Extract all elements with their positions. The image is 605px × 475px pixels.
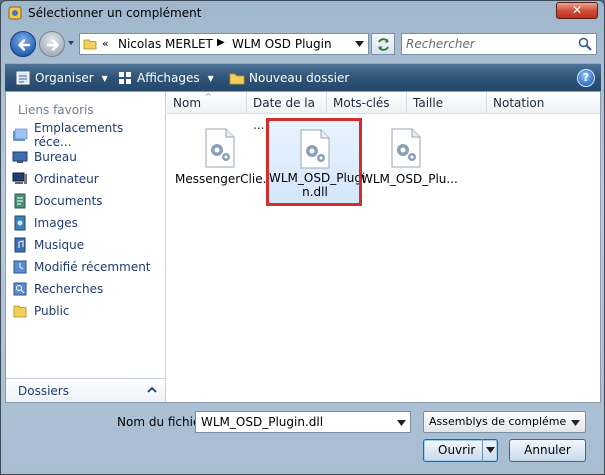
column-tags[interactable]: Mots-clés [327, 92, 407, 114]
sidebar-item-label: Ordinateur [34, 172, 99, 186]
computer-icon [12, 172, 27, 184]
sort-ascending-icon: ^ [205, 92, 212, 101]
caret-down-icon: ▼ [207, 73, 214, 83]
address-bar[interactable]: « Nicolas MERLET ▶ WLM OSD Plugin [79, 33, 369, 55]
file-item-messengerclient[interactable]: MessengerClie... [175, 126, 275, 206]
sidebar-item-label: Musique [34, 238, 85, 252]
public-folder-icon [13, 305, 27, 318]
sidebar-item-music[interactable]: Musique [12, 236, 162, 254]
recently-changed-icon [13, 260, 27, 274]
help-button[interactable]: ? [577, 69, 595, 87]
new-folder-button[interactable]: Nouveau dossier [229, 70, 349, 86]
organize-icon [16, 71, 30, 85]
navigation-pane: Liens favoris Emplacements réce... Burea… [6, 92, 166, 402]
folders-toggle[interactable]: Dossiers [6, 378, 165, 402]
file-item-wlm-osd-plugin[interactable]: WLM_OSD_Plu... [361, 126, 458, 206]
sidebar-item-label: Documents [34, 194, 103, 208]
sidebar-item-documents[interactable]: Documents [12, 192, 162, 210]
history-dropdown-icon[interactable] [67, 39, 75, 47]
sidebar-item-label: Recherches [34, 282, 104, 296]
new-folder-icon [229, 73, 245, 85]
search-input[interactable] [406, 36, 576, 52]
plugin-icon [8, 6, 22, 20]
sidebar-item-desktop[interactable]: Bureau [12, 148, 162, 166]
dll-file-icon [391, 128, 421, 168]
navigation-bar: « Nicolas MERLET ▶ WLM OSD Plugin [1, 29, 604, 59]
refresh-icon [378, 38, 389, 51]
breadcrumb-wlm-osd-plugin[interactable]: WLM OSD Plugin [232, 37, 332, 51]
sidebar-item-label: Public [34, 304, 70, 318]
pictures-icon [14, 215, 26, 231]
sidebar-item-label: Emplacements réce... [34, 121, 124, 149]
sidebar-item-label: Bureau [34, 150, 77, 164]
arrow-right-icon [46, 39, 59, 51]
breadcrumb-nicolas-merlet[interactable]: Nicolas MERLET [118, 37, 213, 51]
chevron-down-icon[interactable] [397, 420, 406, 426]
chevron-down-icon [486, 447, 495, 453]
command-toolbar: Organiser ▼ Affichages ▼ Nouveau dossier… [5, 63, 601, 91]
file-list-pane: Nom ^ Date de la ... Mots-clés Taille No… [167, 92, 600, 402]
address-overflow-icon[interactable]: « [102, 37, 109, 50]
sidebar-item-computer[interactable]: Ordinateur [12, 170, 162, 188]
views-menu-button[interactable]: Affichages ▼ [117, 70, 214, 86]
sidebar-item-recently-changed[interactable]: Modifié récemment [12, 258, 162, 276]
searches-icon [13, 282, 27, 296]
file-name: WLM_OSD_Plu... [361, 172, 458, 186]
column-size[interactable]: Taille [407, 92, 487, 114]
dialog-content: Liens favoris Emplacements réce... Burea… [5, 91, 601, 403]
recent-places-icon [13, 128, 28, 141]
favorite-links-title: Liens favoris [18, 103, 94, 117]
sidebar-item-searches[interactable]: Recherches [12, 280, 162, 298]
documents-icon [14, 193, 26, 209]
sidebar-item-public[interactable]: Public [12, 302, 162, 320]
column-header: Nom ^ Date de la ... Mots-clés Taille No… [167, 92, 600, 132]
forward-button[interactable] [39, 31, 65, 57]
sidebar-item-pictures[interactable]: Images [12, 214, 162, 232]
folder-icon [83, 39, 97, 50]
organize-menu-button[interactable]: Organiser ▼ [15, 70, 108, 86]
back-button[interactable] [10, 31, 36, 57]
search-box[interactable] [401, 33, 597, 55]
open-label: Ouvrir [438, 443, 476, 457]
file-name: MessengerClie... [175, 172, 275, 186]
arrow-left-icon [18, 39, 31, 51]
chevron-up-icon[interactable] [147, 385, 157, 395]
chevron-down-icon[interactable] [355, 41, 364, 47]
chevron-down-icon[interactable] [571, 420, 580, 426]
organize-label: Organiser [35, 71, 94, 85]
refresh-button[interactable] [371, 33, 395, 55]
column-rating[interactable]: Notation [487, 92, 600, 114]
breadcrumb-separator-icon[interactable]: ▶ [217, 37, 225, 48]
sidebar-item-label: Images [34, 216, 78, 230]
caret-down-icon: ▼ [101, 73, 108, 83]
file-dialog-window: Sélectionner un complément ✕ « Nicolas M… [0, 0, 605, 475]
title-bar: Sélectionner un complément ✕ [1, 1, 604, 27]
dll-file-icon [205, 128, 235, 168]
window-title: Sélectionner un complément [28, 6, 202, 20]
views-label: Affichages [137, 71, 200, 85]
folders-label: Dossiers [18, 384, 69, 398]
highlight-annotation-box [266, 118, 362, 206]
open-options-dropdown[interactable] [482, 439, 498, 462]
file-type-select[interactable]: Assemblys de complément (*.d [423, 411, 586, 433]
sidebar-item-recent-places[interactable]: Emplacements réce... [12, 121, 162, 149]
column-date[interactable]: Date de la ... [247, 92, 327, 132]
file-type-value: Assemblys de complément (*.d [429, 415, 567, 428]
views-icon [119, 72, 131, 84]
close-button[interactable]: ✕ [556, 2, 598, 19]
sidebar-item-label: Modifié récemment [34, 260, 151, 274]
filename-value[interactable]: WLM_OSD_Plugin.dll [201, 415, 323, 429]
new-folder-label: Nouveau dossier [249, 71, 350, 85]
cancel-button[interactable]: Annuler [509, 439, 586, 462]
filename-field[interactable]: WLM_OSD_Plugin.dll [195, 411, 411, 433]
desktop-icon [12, 151, 28, 163]
search-icon[interactable] [578, 37, 592, 51]
music-icon [14, 237, 26, 253]
